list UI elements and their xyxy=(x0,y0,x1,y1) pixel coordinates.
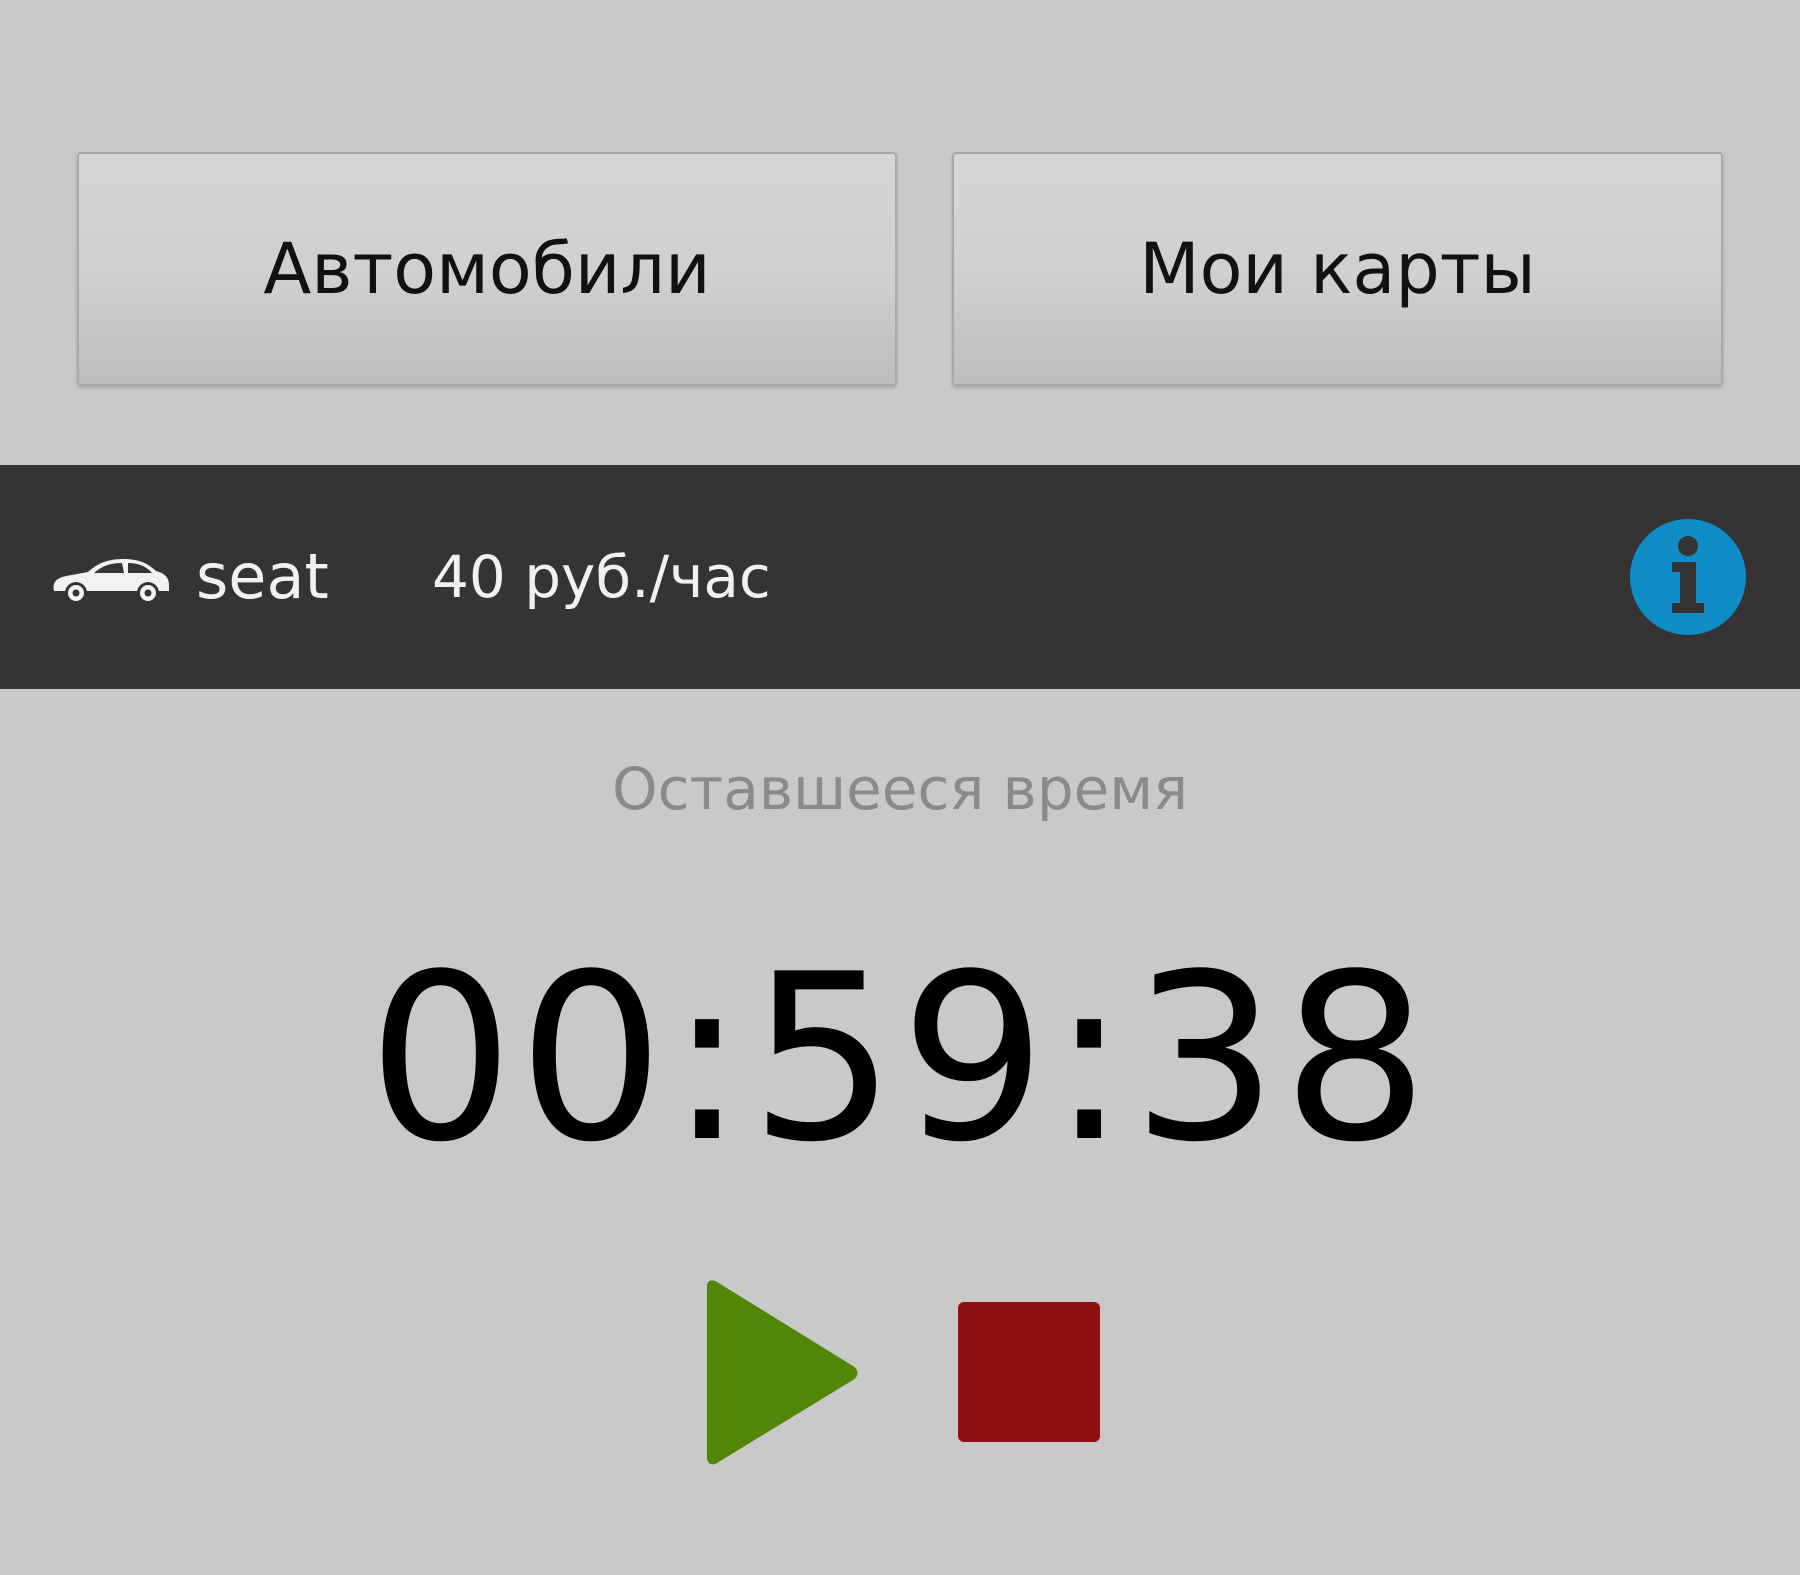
my-cards-button-label: Мои карты xyxy=(1139,228,1536,310)
cars-button-label: Автомобили xyxy=(263,228,711,310)
play-icon[interactable] xyxy=(695,1280,860,1465)
app-screen: Автомобили Мои карты seat 40 руб./час Ос… xyxy=(0,0,1800,1575)
my-cards-button[interactable]: Мои карты xyxy=(952,152,1723,386)
remaining-time-label: Оставшееся время xyxy=(611,755,1189,823)
info-icon[interactable] xyxy=(1628,517,1748,637)
car-icon xyxy=(53,559,169,604)
car-name: seat xyxy=(196,540,329,613)
countdown-timer: 00:59:38 xyxy=(367,926,1433,1193)
stop-icon[interactable] xyxy=(958,1302,1100,1442)
car-rate: 40 руб./час xyxy=(432,543,771,611)
selected-car-bar: seat 40 руб./час xyxy=(0,465,1800,689)
cars-button[interactable]: Автомобили xyxy=(77,152,897,386)
